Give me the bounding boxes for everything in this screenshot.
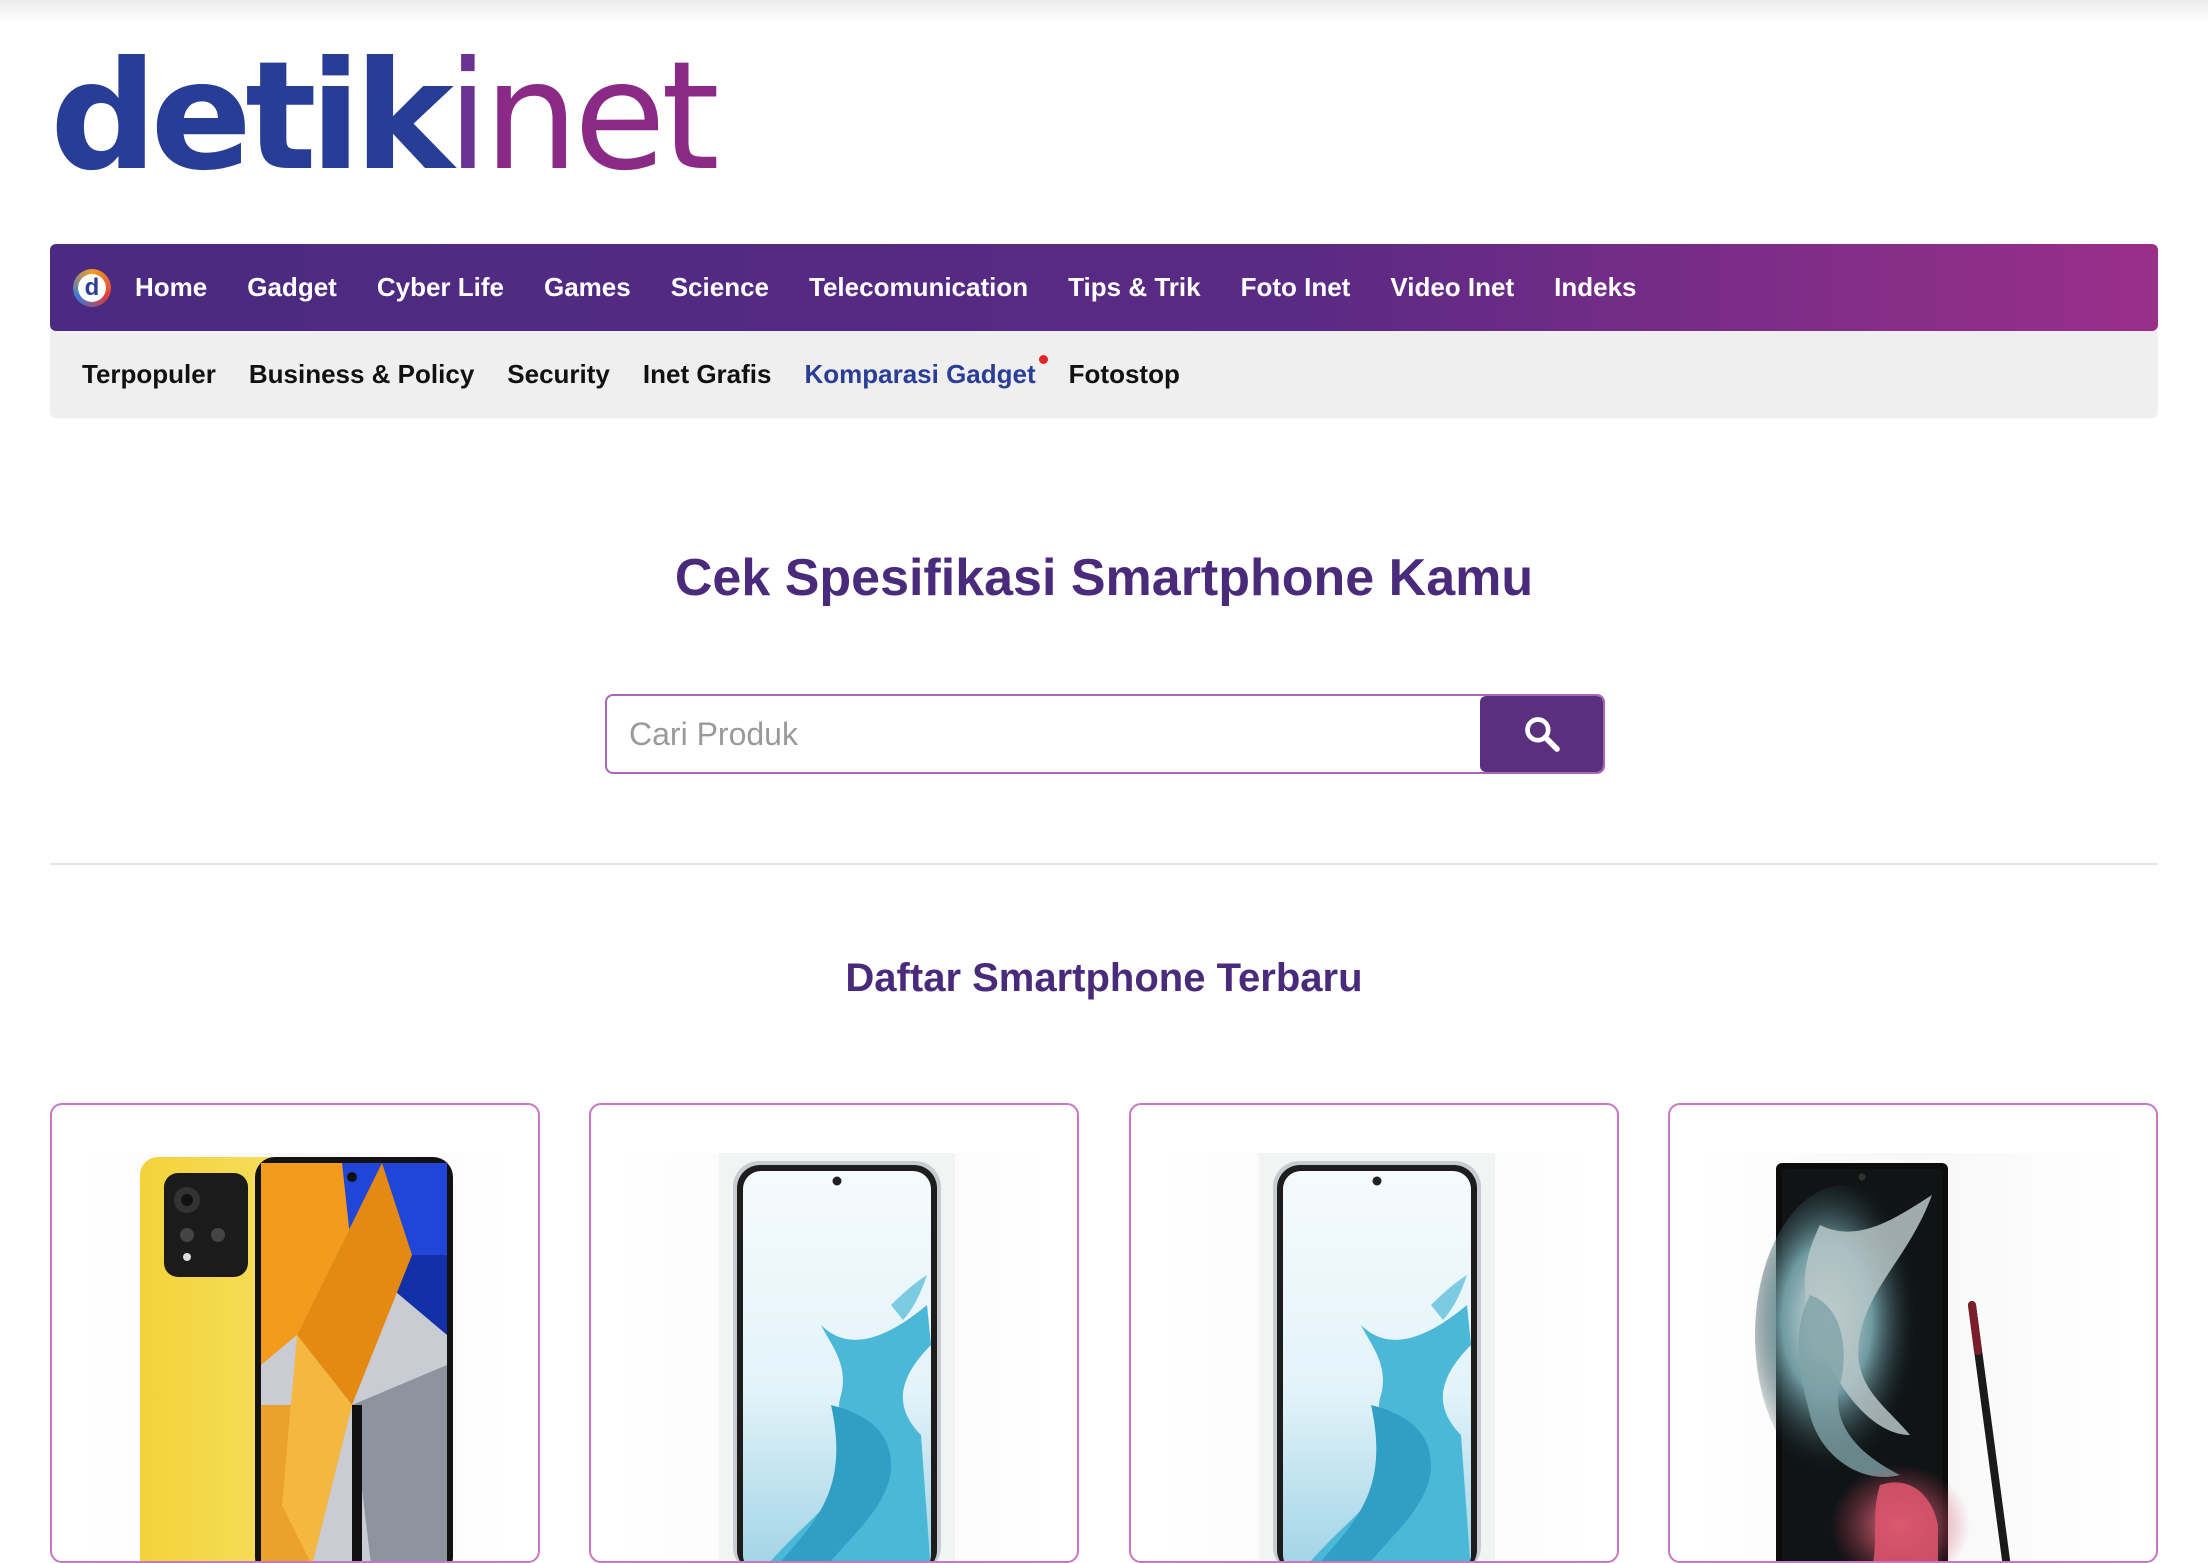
page-title: Cek Spesifikasi Smartphone Kamu xyxy=(674,549,1534,607)
subnav-item-security[interactable]: Security xyxy=(507,359,610,390)
nav-item-home[interactable]: Home xyxy=(135,272,207,303)
section-title-latest: Daftar Smartphone Terbaru xyxy=(845,956,1363,1000)
detikinet-logo[interactable]: detikinet xyxy=(50,42,720,192)
product-card[interactable] xyxy=(50,1103,540,1563)
logo-part-detik: detik xyxy=(50,30,454,204)
subnav-item-komparasi-gadget[interactable]: Komparasi Gadget xyxy=(804,355,1048,390)
nav-item-tips-trik[interactable]: Tips & Trik xyxy=(1068,272,1200,303)
search-input[interactable] xyxy=(607,696,1482,772)
nav-item-games[interactable]: Games xyxy=(544,272,631,303)
section-divider xyxy=(50,863,2158,865)
product-card[interactable] xyxy=(1129,1103,1619,1563)
subnav-item-inet-grafis[interactable]: Inet Grafis xyxy=(643,359,772,390)
product-search xyxy=(605,694,1605,774)
new-indicator-dot xyxy=(1038,355,1048,364)
product-card[interactable] xyxy=(589,1103,1079,1563)
nav-item-gadget[interactable]: Gadget xyxy=(247,272,337,303)
product-grid xyxy=(50,1103,2158,1563)
white-phone-image xyxy=(1259,1153,1495,1561)
sub-nav: Terpopuler Business & Policy Security In… xyxy=(50,331,2158,418)
subnav-item-terpopuler[interactable]: Terpopuler xyxy=(82,359,216,390)
logo-part-inet: inet xyxy=(446,30,720,204)
detik-home-icon[interactable]: d xyxy=(73,268,111,307)
search-icon xyxy=(1524,717,1560,752)
search-button[interactable] xyxy=(1480,696,1603,772)
product-card[interactable] xyxy=(1668,1103,2158,1563)
nav-item-foto-inet[interactable]: Foto Inet xyxy=(1241,272,1351,303)
subnav-item-business-policy[interactable]: Business & Policy xyxy=(249,359,474,390)
main-nav: d Home Gadget Cyber Life Games Science T… xyxy=(50,244,2158,331)
white-phone-image xyxy=(719,1153,955,1561)
nav-item-science[interactable]: Science xyxy=(671,272,769,303)
nav-item-video-inet[interactable]: Video Inet xyxy=(1390,272,1514,303)
nav-item-telecomunication[interactable]: Telecomunication xyxy=(809,272,1028,303)
nav-item-cyber-life[interactable]: Cyber Life xyxy=(377,272,504,303)
top-shadow xyxy=(0,0,2208,22)
yellow-phone-image xyxy=(140,1157,453,1561)
subnav-item-fotostop[interactable]: Fotostop xyxy=(1069,359,1180,390)
black-phone-stylus-image xyxy=(1755,1163,2011,1561)
nav-item-indeks[interactable]: Indeks xyxy=(1554,272,1636,303)
